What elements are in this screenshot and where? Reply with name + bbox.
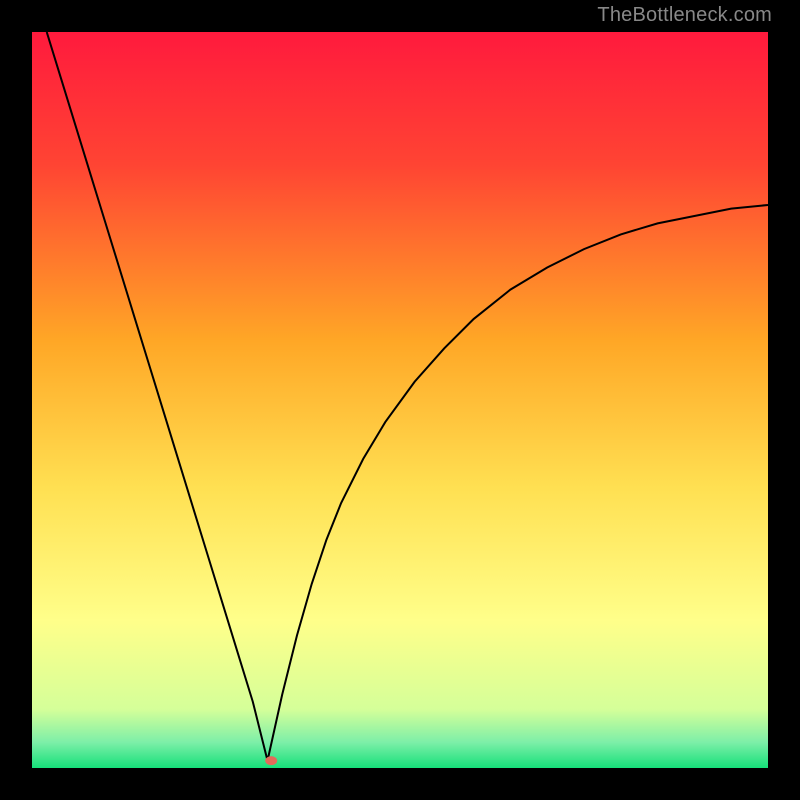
- chart-plot-area: [32, 32, 768, 768]
- attribution-text: TheBottleneck.com: [597, 4, 772, 27]
- chart-svg: [32, 32, 768, 768]
- chart-frame: TheBottleneck.com: [0, 0, 800, 800]
- chart-background: [32, 32, 768, 768]
- minimum-marker: [265, 756, 277, 765]
